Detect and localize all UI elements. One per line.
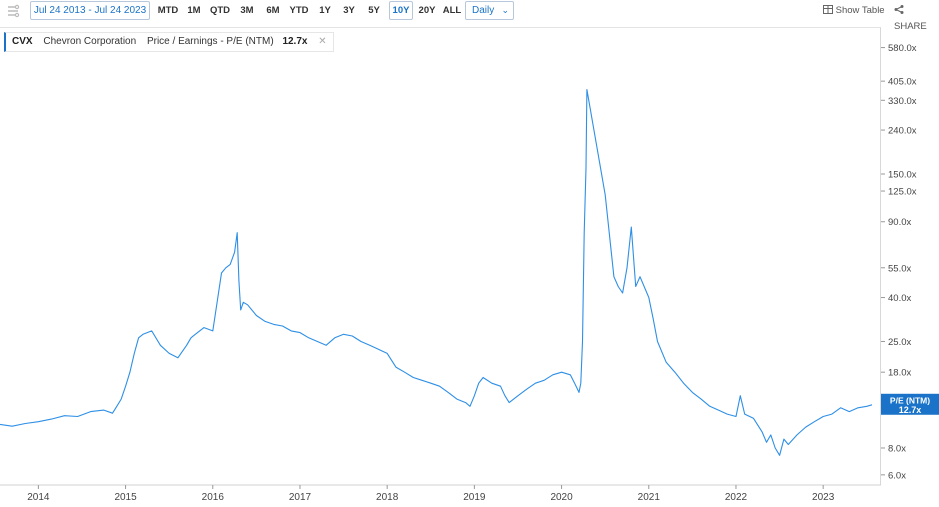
legend-ticker: CVX <box>12 36 33 47</box>
series-legend: CVX Chevron Corporation Price / Earnings… <box>4 32 334 52</box>
y-tick-label: 330.0x <box>888 96 917 107</box>
current-value-number: 12.7x <box>899 405 922 415</box>
x-tick-label: 2015 <box>114 492 137 503</box>
x-tick-label: 2021 <box>638 492 661 503</box>
x-tick-label: 2014 <box>27 492 50 503</box>
legend-value: 12.7x <box>282 36 308 47</box>
y-tick-label: 125.0x <box>888 187 917 198</box>
y-tick-label: 18.0x <box>888 368 911 379</box>
x-tick-label: 2016 <box>202 492 225 503</box>
y-tick-label: 580.0x <box>888 43 917 54</box>
x-tick-label: 2022 <box>725 492 748 503</box>
series-line-pe-ntm <box>0 89 873 456</box>
legend-metric: Price / Earnings - P/E (NTM) <box>146 36 274 47</box>
legend-company: Chevron Corporation <box>43 36 137 47</box>
x-tick-label: 2019 <box>463 492 486 503</box>
y-tick-label: 90.0x <box>888 217 911 228</box>
y-tick-label: 25.0x <box>888 337 911 348</box>
y-tick-label: 405.0x <box>888 77 917 88</box>
x-tick-label: 2023 <box>812 492 835 503</box>
y-tick-label: 40.0x <box>888 293 911 304</box>
current-value-name: P/E (NTM) <box>890 395 930 405</box>
line-chart: 580.0x 405.0x 330.0x 240.0x 150.0x 125.0x 90.0… <box>0 43 939 503</box>
x-tick-label: 2017 <box>289 492 312 503</box>
y-tick-label: 8.0x <box>888 443 906 454</box>
y-tick-label: 6.0x <box>888 470 906 481</box>
x-tick-label: 2020 <box>550 492 573 503</box>
y-tick-label: 150.0x <box>888 169 917 180</box>
y-tick-label: 240.0x <box>888 126 917 137</box>
x-tick-label: 2018 <box>376 492 399 503</box>
y-tick-label: 55.0x <box>888 263 911 274</box>
remove-series-close-icon[interactable]: ✕ <box>318 36 326 47</box>
